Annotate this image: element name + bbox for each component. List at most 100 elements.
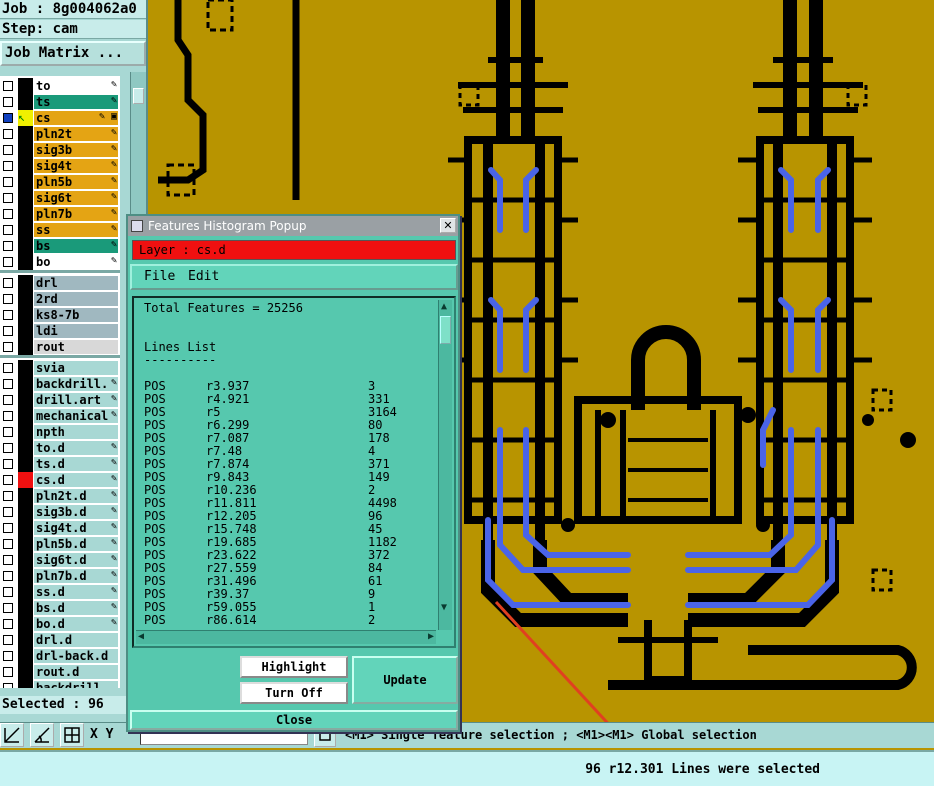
layer-name[interactable]: sig6t.d	[34, 553, 118, 567]
layer-name[interactable]: drl-back.d	[34, 649, 118, 663]
layer-color-swatch[interactable]	[18, 408, 33, 424]
layer-row[interactable]: backdrill. ✎	[0, 376, 120, 392]
layer-checkbox[interactable]	[3, 113, 13, 123]
measure-tool-icon[interactable]	[0, 723, 24, 747]
histogram-row[interactable]: POS r27.559 84	[144, 562, 438, 575]
layer-checkbox[interactable]	[3, 129, 13, 139]
layer-checkbox[interactable]	[3, 667, 13, 677]
layer-row[interactable]: ts.d ✎	[0, 456, 120, 472]
layer-color-swatch[interactable]	[18, 254, 33, 270]
layer-name[interactable]: backdrill.	[34, 377, 118, 391]
layer-color-swatch[interactable]	[18, 680, 33, 688]
layer-row[interactable]: npth	[0, 424, 120, 440]
layer-row[interactable]: pln5b ✎	[0, 174, 120, 190]
list-scroll-thumb[interactable]	[440, 316, 451, 344]
layer-color-swatch[interactable]	[18, 392, 33, 408]
layer-name[interactable]: pln7b	[34, 207, 118, 221]
histogram-list[interactable]: Total Features = 25256 Lines List ------…	[136, 300, 438, 627]
scroll-right-icon[interactable]: ▶	[428, 631, 434, 643]
layer-name[interactable]: bo.d	[34, 617, 118, 631]
scroll-up-icon[interactable]: ▲	[441, 301, 447, 313]
layer-name[interactable]: npth	[34, 425, 118, 439]
layer-checkbox[interactable]	[3, 523, 13, 533]
layer-name[interactable]: pln5b.d	[34, 537, 118, 551]
layer-name[interactable]: ss.d	[34, 585, 118, 599]
job-matrix-button[interactable]: Job Matrix ...	[0, 41, 146, 66]
layer-color-swatch[interactable]	[18, 664, 33, 680]
layer-checkbox[interactable]	[3, 411, 13, 421]
layer-checkbox[interactable]	[3, 571, 13, 581]
layer-color-swatch[interactable]	[18, 142, 33, 158]
window-menu-icon[interactable]	[131, 220, 143, 232]
layer-row[interactable]: mechanical ✎	[0, 408, 120, 424]
layer-checkbox[interactable]	[3, 427, 13, 437]
layer-name[interactable]: ss	[34, 223, 118, 237]
layer-row[interactable]: rout	[0, 339, 120, 355]
histogram-row[interactable]: POS r31.496 61	[144, 575, 438, 588]
layer-checkbox[interactable]	[3, 209, 13, 219]
layer-checkbox[interactable]	[3, 145, 13, 155]
layer-row[interactable]: drill.art ✎	[0, 392, 120, 408]
layer-color-swatch[interactable]	[18, 78, 33, 94]
layer-color-swatch[interactable]	[18, 488, 33, 504]
layer-row[interactable]: pln5b.d ✎	[0, 536, 120, 552]
layer-name[interactable]: to	[34, 79, 118, 93]
layer-row[interactable]: sig3b ✎	[0, 142, 120, 158]
layer-checkbox[interactable]	[3, 342, 13, 352]
layer-row[interactable]: sig6t.d ✎	[0, 552, 120, 568]
layer-name[interactable]: to.d	[34, 441, 118, 455]
layer-name[interactable]: ks8-7b	[34, 308, 118, 322]
layer-checkbox[interactable]	[3, 310, 13, 320]
layer-color-swatch[interactable]	[18, 238, 33, 254]
histogram-row[interactable]: POS r23.622 372	[144, 549, 438, 562]
layer-row[interactable]: ks8-7b	[0, 307, 120, 323]
layer-row[interactable]: ts ✎	[0, 94, 120, 110]
layer-checkbox[interactable]	[3, 193, 13, 203]
layer-row[interactable]: sig6t ✎	[0, 190, 120, 206]
layer-checkbox[interactable]	[3, 443, 13, 453]
layer-checkbox[interactable]	[3, 395, 13, 405]
layer-name[interactable]: 2rd	[34, 292, 118, 306]
layer-row[interactable]: bs ✎	[0, 238, 120, 254]
layer-color-swatch[interactable]	[18, 648, 33, 664]
layer-color-swatch[interactable]	[18, 472, 33, 488]
layer-row[interactable]: ss ✎	[0, 222, 120, 238]
scroll-down-icon[interactable]: ▼	[441, 602, 447, 614]
layer-row[interactable]: bs.d ✎	[0, 600, 120, 616]
layer-checkbox[interactable]	[3, 555, 13, 565]
layer-list[interactable]: to ✎ ts ✎ ↖ cs ✎ ▣ pln2t ✎ sig3b ✎ sig4t ✎ pln5b ✎ sig6…	[0, 76, 120, 688]
layer-checkbox[interactable]	[3, 507, 13, 517]
turn-off-button[interactable]: Turn Off	[240, 682, 348, 704]
histogram-row[interactable]: POS r19.685 1182	[144, 536, 438, 549]
layer-checkbox[interactable]	[3, 459, 13, 469]
layer-name[interactable]: sig3b.d	[34, 505, 118, 519]
layer-checkbox[interactable]	[3, 241, 13, 251]
layer-checkbox[interactable]	[3, 225, 13, 235]
layer-name[interactable]: sig3b	[34, 143, 118, 157]
layer-checkbox[interactable]	[3, 161, 13, 171]
angle-tool-icon[interactable]	[30, 723, 54, 747]
layer-checkbox[interactable]	[3, 81, 13, 91]
layer-name[interactable]: bs.d	[34, 601, 118, 615]
layer-name[interactable]: cs.d	[34, 473, 118, 487]
layer-checkbox[interactable]	[3, 587, 13, 597]
menu-file[interactable]: File	[144, 266, 175, 288]
layer-row[interactable]: pln7b ✎	[0, 206, 120, 222]
layer-color-swatch[interactable]	[18, 126, 33, 142]
layer-checkbox[interactable]	[3, 475, 13, 485]
layer-row[interactable]: sig3b.d ✎	[0, 504, 120, 520]
layer-color-swatch[interactable]	[18, 504, 33, 520]
histogram-row[interactable]: POS r7.874 371	[144, 458, 438, 471]
layer-checkbox[interactable]	[3, 97, 13, 107]
histogram-row[interactable]: POS r5 3164	[144, 406, 438, 419]
layer-row[interactable]: to ✎	[0, 78, 120, 94]
layer-checkbox[interactable]	[3, 379, 13, 389]
histogram-row[interactable]: POS r7.48 4	[144, 445, 438, 458]
layer-color-swatch[interactable]	[18, 94, 33, 110]
layer-name[interactable]: mechanical	[34, 409, 118, 423]
layer-checkbox[interactable]	[3, 257, 13, 267]
layer-row[interactable]: svia	[0, 360, 120, 376]
layer-name[interactable]: rout	[34, 340, 118, 354]
layer-checkbox[interactable]	[3, 363, 13, 373]
layer-row[interactable]: drl-back.d	[0, 648, 120, 664]
